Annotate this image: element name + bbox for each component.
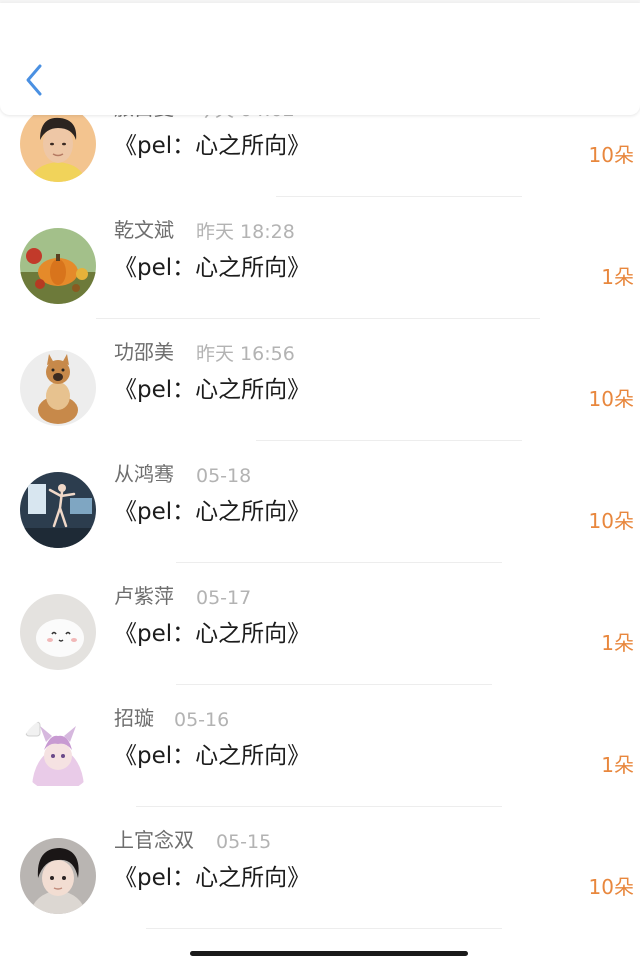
- list-item[interactable]: 乾文斌 昨天 18:28 《pel：心之所向》 1朵: [0, 218, 640, 350]
- work-title: 《pel：心之所向》: [114, 377, 311, 403]
- divider: [96, 318, 540, 319]
- flower-count: 1朵: [601, 631, 634, 655]
- flower-count: 10朵: [588, 509, 634, 533]
- dog-photo-icon: [20, 350, 96, 426]
- avatar[interactable]: [20, 594, 96, 670]
- sender-name: 从鸿骞: [114, 462, 174, 486]
- sender-name: 乾文斌: [114, 218, 174, 242]
- sender-name: 卢紫萍: [114, 584, 174, 608]
- flower-count: 10朵: [588, 143, 634, 167]
- list-item[interactable]: 功邵美 昨天 16:56 《pel：心之所向》 10朵: [0, 340, 640, 472]
- work-title: 《pel：心之所向》: [114, 133, 311, 159]
- send-time: 05-15: [216, 831, 272, 853]
- divider: [256, 440, 522, 441]
- list-item[interactable]: 从鸿骞 05-18 《pel：心之所向》 10朵: [0, 462, 640, 594]
- avatar[interactable]: [20, 106, 96, 182]
- send-time: 05-18: [196, 465, 252, 487]
- man-portrait-icon: [20, 106, 96, 182]
- avatar[interactable]: [20, 228, 96, 304]
- flower-count: 10朵: [588, 387, 634, 411]
- send-time: 昨天 18:28: [196, 221, 295, 243]
- home-indicator[interactable]: [190, 951, 468, 956]
- work-title: 《pel：心之所向》: [114, 865, 311, 891]
- avatar[interactable]: [20, 716, 96, 792]
- divider: [136, 806, 502, 807]
- flower-count: 1朵: [601, 265, 634, 289]
- flower-count: 1朵: [601, 753, 634, 777]
- sender-name: 招璇: [114, 706, 154, 730]
- list-item[interactable]: 招璇 05-16 《pel：心之所向》 1朵: [0, 706, 640, 838]
- flower-count: 10朵: [588, 875, 634, 899]
- avatar[interactable]: [20, 472, 96, 548]
- divider: [276, 196, 522, 197]
- sender-name: 上官念双: [114, 828, 194, 852]
- work-title: 《pel：心之所向》: [114, 621, 311, 647]
- mochi-face-icon: [20, 594, 96, 670]
- send-time: 05-17: [196, 587, 252, 609]
- child-portrait-icon: [20, 838, 96, 914]
- list-item[interactable]: 上官念双 05-15 《pel：心之所向》 10朵: [0, 828, 640, 960]
- sender-name: 功邵美: [114, 340, 174, 364]
- nav-header: [0, 3, 640, 115]
- chevron-left-icon: [26, 64, 42, 96]
- anime-fox-girl-icon: [20, 716, 96, 792]
- pumpkin-still-life-icon: [20, 228, 96, 304]
- divider: [146, 928, 502, 929]
- work-title: 《pel：心之所向》: [114, 743, 311, 769]
- back-button[interactable]: [16, 58, 52, 102]
- list-item[interactable]: 卢紫萍 05-17 《pel：心之所向》 1朵: [0, 584, 640, 716]
- work-title: 《pel：心之所向》: [114, 499, 311, 525]
- send-time: 05-16: [174, 709, 230, 731]
- divider: [176, 684, 492, 685]
- send-time: 昨天 16:56: [196, 343, 295, 365]
- work-title: 《pel：心之所向》: [114, 255, 311, 281]
- divider: [176, 562, 502, 563]
- list-item[interactable]: 旅白夏 今天 04:02 《pel：心之所向》 10朵: [0, 96, 640, 228]
- dancer-room-icon: [20, 472, 96, 548]
- avatar[interactable]: [20, 350, 96, 426]
- avatar[interactable]: [20, 838, 96, 914]
